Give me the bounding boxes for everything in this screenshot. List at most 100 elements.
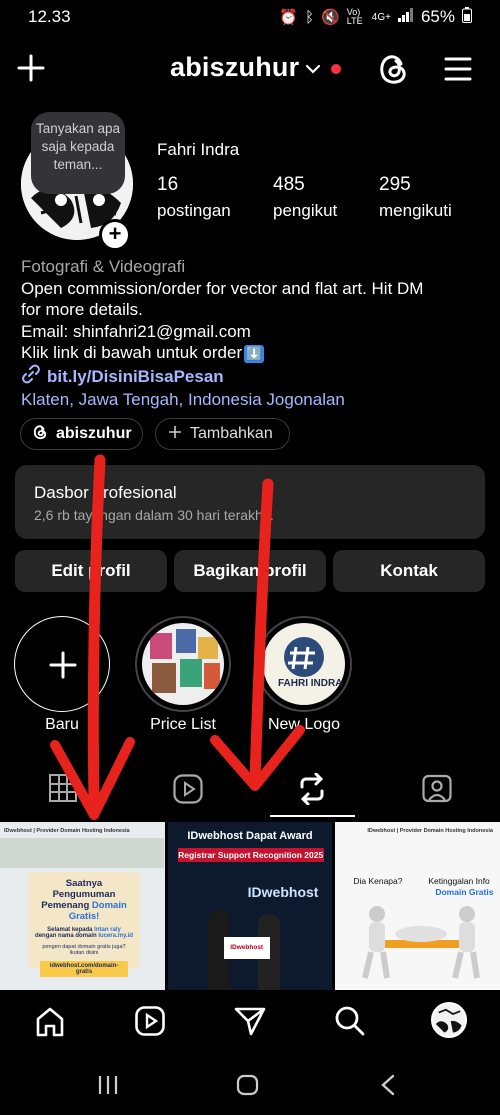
add-story-button[interactable]: + bbox=[99, 219, 131, 251]
post-text-accent: Domain Gratis bbox=[435, 887, 494, 897]
bio: Fotografi & Videografi Open commission/o… bbox=[21, 256, 491, 411]
stat-value: 16 bbox=[157, 174, 179, 195]
bio-link[interactable]: bit.ly/DisiniBisaPesan bbox=[47, 366, 224, 388]
reels-icon[interactable] bbox=[173, 774, 203, 809]
highlight-label: Price List bbox=[150, 716, 216, 733]
post-title-row: Pemenang Domain Gratis! bbox=[34, 900, 134, 922]
status-bar: 12.33 ⏰ ᛒ 🔇 Vo) LTE 4G+ 65% bbox=[0, 0, 500, 34]
stretcher-illustration bbox=[362, 906, 481, 979]
profile-tabs bbox=[0, 760, 500, 818]
button-label: Kontak bbox=[380, 561, 438, 580]
bio-cta-text: Klik link di bawah untuk order bbox=[21, 343, 243, 362]
post-question: Dia Kenapa? bbox=[353, 876, 403, 886]
search-icon[interactable] bbox=[334, 1005, 366, 1042]
post-thumbnail[interactable]: IDwebhost | Provider Domain Hosting Indo… bbox=[335, 822, 500, 990]
post-title: Saatnya Pengumuman bbox=[52, 878, 116, 900]
notification-dot bbox=[331, 64, 341, 74]
post-line: ikutan disini bbox=[69, 950, 99, 956]
tagged-icon[interactable] bbox=[422, 773, 452, 808]
bio-line: Open commission/order for vector and fla… bbox=[21, 278, 424, 298]
highlight-label: New Logo bbox=[267, 716, 341, 733]
alarm-icon: ⏰ bbox=[279, 9, 299, 26]
stat-followers[interactable]: 485 pengikut bbox=[273, 174, 337, 221]
contact-button[interactable]: Kontak bbox=[333, 550, 485, 592]
grid-icon[interactable] bbox=[49, 774, 77, 807]
stat-following[interactable]: 295 mengikuti bbox=[379, 174, 452, 221]
note-text: Tanyakan apa saja kepada teman... bbox=[35, 121, 121, 172]
dashboard-subtitle: 2,6 rb tayangan dalam 30 hari terakhir. bbox=[34, 507, 274, 523]
post-brand: IDwebhost | Provider Domain Hosting Indo… bbox=[367, 828, 493, 834]
username[interactable]: abiszuhur bbox=[170, 52, 299, 83]
mute-icon: 🔇 bbox=[321, 9, 340, 26]
bio-email: Email: shinfahri21@gmail.com bbox=[21, 321, 251, 341]
network-label: 4G+ bbox=[371, 11, 391, 23]
repost-icon[interactable] bbox=[297, 772, 327, 810]
threads-icon[interactable] bbox=[378, 52, 410, 91]
highlight-thumbnail bbox=[142, 623, 224, 705]
profile-avatar-tab[interactable] bbox=[431, 1002, 467, 1038]
bottom-nav bbox=[0, 990, 500, 1056]
stat-label: postingan bbox=[157, 201, 231, 220]
highlight-new[interactable] bbox=[14, 616, 110, 712]
dashboard-title: Dasbor profesional bbox=[34, 483, 177, 502]
back-icon[interactable] bbox=[380, 1074, 396, 1101]
bio-link-row[interactable]: bit.ly/DisiniBisaPesan bbox=[21, 364, 491, 390]
add-pill[interactable]: Tambahkan bbox=[155, 418, 290, 450]
threads-pill[interactable]: abiszuhur bbox=[20, 418, 143, 450]
plus-icon[interactable] bbox=[17, 54, 45, 87]
status-icons: ⏰ ᛒ 🔇 Vo) LTE 4G+ 65% bbox=[279, 7, 472, 27]
bio-cta: Klik link di bawah untuk order ⬇️ bbox=[21, 342, 491, 364]
stat-label: mengikuti bbox=[379, 201, 452, 220]
highlight-new-logo[interactable]: FAHRI INDRA bbox=[256, 616, 352, 712]
home-button-icon[interactable] bbox=[236, 1074, 260, 1101]
post-backdrop-label: IDwebhost bbox=[247, 884, 319, 900]
stat-label: pengikut bbox=[273, 201, 338, 220]
post-card: Saatnya Pengumuman Pemenang Domain Grati… bbox=[28, 872, 140, 977]
award-board: IDwebhost bbox=[223, 937, 270, 959]
post-line-accent: lucera.my.id bbox=[98, 933, 133, 939]
highlight-label: Baru bbox=[45, 716, 79, 733]
threads-pill-label: abiszuhur bbox=[56, 425, 132, 442]
reels-icon[interactable] bbox=[135, 1006, 165, 1041]
menu-icon[interactable] bbox=[444, 56, 472, 87]
bio-line: for more details. bbox=[21, 300, 143, 319]
recent-apps-icon[interactable] bbox=[97, 1075, 119, 1100]
battery-icon bbox=[462, 7, 472, 27]
down-arrow-emoji: ⬇️ bbox=[244, 345, 265, 363]
plus-icon bbox=[168, 425, 182, 444]
display-name: Fahri Indra bbox=[157, 140, 240, 159]
highlight-thumbnail bbox=[263, 623, 345, 705]
post-line: dengan nama domain bbox=[35, 933, 97, 939]
stat-value: 295 bbox=[379, 174, 411, 195]
professional-dashboard[interactable]: Dasbor profesional 2,6 rb tayangan dalam… bbox=[15, 465, 485, 539]
post-background bbox=[0, 838, 164, 868]
post-brand: IDwebhost | Provider Domain Hosting Indo… bbox=[4, 828, 130, 834]
home-icon[interactable] bbox=[35, 1006, 65, 1043]
post-url: idwebhost.com/domain-gratis bbox=[40, 961, 128, 977]
bio-location[interactable]: Klaten, Jawa Tengah, Indonesia Jogonalan bbox=[21, 389, 491, 411]
highlight-price-list[interactable] bbox=[135, 616, 231, 712]
post-line-row: dengan nama domain lucera.my.id bbox=[34, 933, 134, 939]
edit-profile-button[interactable]: Edit profil bbox=[15, 550, 167, 592]
system-nav-bar bbox=[0, 1056, 500, 1115]
post-title: Pemenang bbox=[41, 900, 90, 911]
link-icon bbox=[21, 364, 41, 390]
chevron-down-icon[interactable] bbox=[305, 62, 321, 80]
threads-icon bbox=[33, 424, 48, 445]
post-text: Ketinggalan Info bbox=[428, 876, 490, 886]
stat-posts[interactable]: 16 postingan bbox=[157, 174, 231, 221]
share-profile-button[interactable]: Bagikan profil bbox=[174, 550, 326, 592]
profile-header: abiszuhur bbox=[0, 44, 500, 94]
signal-icon bbox=[397, 8, 414, 26]
post-thumbnail[interactable]: IDwebhost Dapat Award Registrar Support … bbox=[167, 822, 333, 990]
send-icon[interactable] bbox=[234, 1005, 266, 1042]
bio-category: Fotografi & Videografi bbox=[21, 257, 186, 276]
note-bubble[interactable]: Tanyakan apa saja kepada teman... bbox=[31, 112, 125, 194]
button-label: Edit profil bbox=[51, 561, 131, 580]
button-label: Bagikan profil bbox=[193, 561, 307, 580]
bluetooth-icon: ᛒ bbox=[305, 8, 315, 26]
battery-percent: 65% bbox=[420, 7, 455, 26]
volte-label: Vo) LTE bbox=[346, 7, 363, 26]
post-thumbnail[interactable]: IDwebhost | Provider Domain Hosting Indo… bbox=[0, 822, 165, 990]
profile-stats: Fahri Indra bbox=[157, 140, 487, 160]
